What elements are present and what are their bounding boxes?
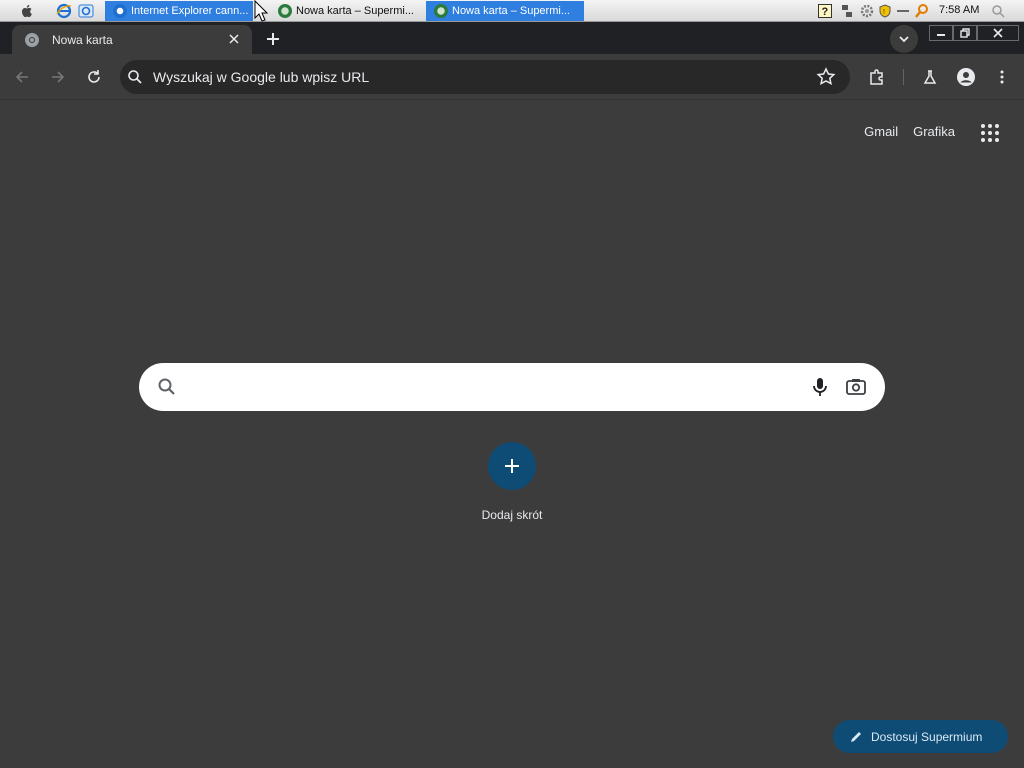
ntp-header-links: Gmail Grafika: [864, 124, 955, 139]
chevron-down-icon: [899, 36, 909, 43]
task-label: Internet Explorer cann...: [131, 5, 249, 17]
restore-button[interactable]: [953, 25, 977, 41]
tab-search-button[interactable]: [890, 25, 918, 53]
customize-button[interactable]: Dostosuj Supermium: [833, 720, 1008, 753]
address-bar-placeholder: Wyszukaj w Google lub wpisz URL: [153, 69, 370, 85]
google-apps-icon[interactable]: [978, 121, 1002, 145]
new-tab-plus-icon[interactable]: [262, 28, 284, 50]
supermium-icon: [278, 4, 292, 18]
mouse-cursor-icon: [254, 0, 268, 22]
customize-label: Dostosuj Supermium: [871, 729, 983, 744]
address-bar[interactable]: Wyszukaj w Google lub wpisz URL: [120, 60, 850, 94]
apple-menu-icon[interactable]: [18, 2, 36, 20]
task-ie[interactable]: Internet Explorer cann...: [105, 1, 253, 21]
reload-button[interactable]: [82, 65, 106, 89]
ie-settings-icon[interactable]: [77, 2, 95, 20]
search-icon: [128, 70, 142, 84]
clock: 7:58 AM: [939, 4, 980, 16]
flask-icon: [923, 70, 937, 84]
search-input[interactable]: [189, 375, 789, 399]
reload-icon: [88, 70, 100, 83]
pencil-icon: [851, 731, 861, 742]
bookmark-star-icon[interactable]: [816, 67, 836, 87]
menu-button[interactable]: [990, 65, 1014, 89]
minimize-button[interactable]: [929, 25, 953, 41]
tab-new-tab[interactable]: Nowa karta: [12, 25, 252, 54]
restore-icon: [960, 28, 970, 38]
microphone-icon[interactable]: [809, 376, 831, 398]
help-icon[interactable]: ?: [816, 2, 834, 20]
svg-text:!: !: [883, 9, 885, 16]
profile-button[interactable]: [954, 65, 978, 89]
plus-icon: [505, 459, 519, 473]
task-supermium-1[interactable]: Nowa karta – Supermi...: [270, 1, 418, 21]
arrow-right-icon: [52, 71, 65, 83]
camera-icon[interactable]: [845, 376, 867, 398]
key-icon[interactable]: [894, 2, 912, 20]
tab-title: Nowa karta: [52, 32, 113, 47]
add-shortcut-label: Dodaj skrót: [481, 508, 543, 522]
toolbar-divider: [903, 69, 904, 85]
extensions-button[interactable]: [865, 65, 889, 89]
task-supermium-2[interactable]: Nowa karta – Supermi...: [426, 1, 584, 21]
kebab-menu-icon: [1000, 70, 1004, 84]
chrome-icon: [25, 32, 39, 47]
spotlight-search-icon[interactable]: [989, 2, 1007, 20]
minimize-icon: [937, 34, 945, 36]
google-search-box[interactable]: [139, 363, 885, 411]
add-shortcut-button[interactable]: [488, 442, 536, 490]
person-icon: [957, 68, 975, 86]
images-link[interactable]: Grafika: [913, 124, 955, 139]
internet-explorer-icon: [113, 4, 127, 18]
labs-button[interactable]: [918, 65, 942, 89]
arrow-left-icon: [15, 71, 28, 83]
network-icon[interactable]: [838, 2, 856, 20]
task-label: Nowa karta – Supermi...: [296, 5, 414, 17]
search-icon: [158, 378, 175, 395]
task-label: Nowa karta – Supermi...: [452, 5, 570, 17]
window-close-button[interactable]: [977, 25, 1019, 41]
close-icon[interactable]: [226, 31, 242, 47]
puzzle-icon: [870, 69, 883, 85]
svg-text:?: ?: [822, 6, 829, 18]
supermium-icon: [434, 4, 448, 18]
shield-icon[interactable]: !: [876, 2, 894, 20]
add-shortcut-tile[interactable]: Dodaj skrót: [462, 442, 562, 522]
gear-icon[interactable]: [858, 2, 876, 20]
tab-strip: Nowa karta: [0, 22, 1024, 54]
forward-button[interactable]: [46, 65, 70, 89]
magnifier-icon[interactable]: [913, 2, 931, 20]
browser-toolbar: Wyszukaj w Google lub wpisz URL: [0, 54, 1024, 100]
close-icon: [993, 28, 1003, 38]
back-button[interactable]: [10, 65, 34, 89]
internet-explorer-icon[interactable]: [55, 2, 73, 20]
os-taskbar: Internet Explorer cann... Nowa karta – S…: [0, 0, 1024, 22]
gmail-link[interactable]: Gmail: [864, 124, 898, 139]
